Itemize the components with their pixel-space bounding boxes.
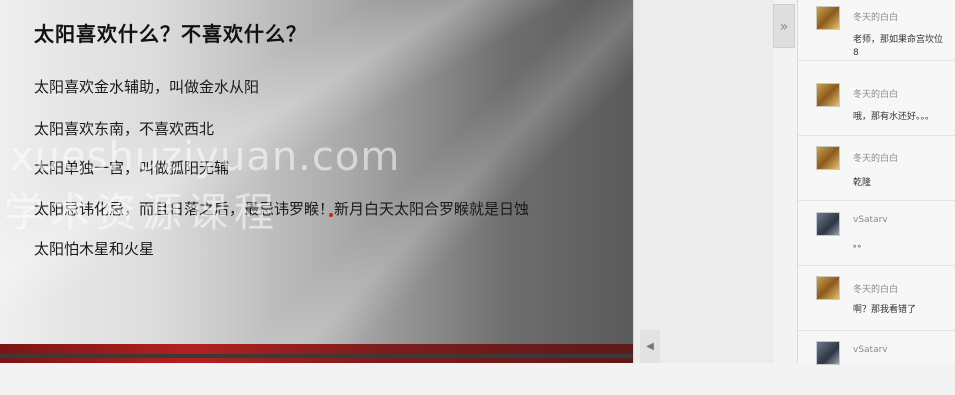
avatar[interactable] [816,276,840,300]
avatar[interactable] [816,341,840,365]
chat-message: 冬天的白白 乾隆 [798,140,955,201]
chat-message: 冬天的白白 啊？那我看错了 [798,270,955,331]
chat-message: vSatarv 。。 [798,205,955,266]
chat-text: 哦，那有水还好。。。 [853,112,935,122]
expand-panel-button[interactable]: » [773,4,795,48]
slide-line-4: 太阳忌讳化忌，而且日落之后，最忌讳罗睺！新月白天太阳合罗睺就是日蚀 [34,200,530,218]
avatar[interactable] [816,83,840,107]
chat-username[interactable]: 冬天的白白 [853,282,898,295]
chat-text: 老师，那如果命宫坎位 8 [853,35,944,58]
chat-text: 。。 [853,240,867,250]
avatar[interactable] [816,146,840,170]
slide-line-5: 太阳怕木星和火星 [34,240,155,258]
side-toolbar [633,0,774,363]
presentation-slide: 太阳喜欢什么？不喜欢什么？ 太阳喜欢金水辅助，叫做金水从阳 太阳喜欢东南，不喜欢… [0,0,633,350]
chat-panel[interactable]: 冬天的白白 老师，那如果命宫坎位 8 冬天的白白 哦，那有水还好。。。 冬天的白… [797,0,955,365]
chat-text: 啊？那我看错了 [853,305,917,315]
video-progress-track[interactable] [0,354,633,358]
scroll-left-arrow-icon[interactable]: ◀ [640,330,660,363]
avatar[interactable] [816,6,840,30]
chat-username[interactable]: 冬天的白白 [853,151,898,164]
chat-username[interactable]: 冬天的白白 [853,87,898,100]
chat-message: 冬天的白白 老师，那如果命宫坎位 8 [798,0,955,61]
slide-title: 太阳喜欢什么？不喜欢什么？ [34,22,307,46]
chat-message: 冬天的白白 哦，那有水还好。。。 [798,75,955,136]
slide-line-1: 太阳喜欢金水辅助，叫做金水从阳 [34,78,260,96]
chat-username[interactable]: 冬天的白白 [853,10,898,23]
slide-line-2: 太阳喜欢东南，不喜欢西北 [34,120,215,138]
avatar[interactable] [816,212,840,236]
chat-message: vSatarv [798,335,955,395]
chat-username[interactable]: vSatarv [853,345,888,355]
pointer-dot [329,213,333,217]
slide-line-3: 太阳单独一宫，叫做孤阳无辅 [34,159,230,177]
chat-text: 乾隆 [853,178,872,188]
chat-username[interactable]: vSatarv [853,215,888,225]
